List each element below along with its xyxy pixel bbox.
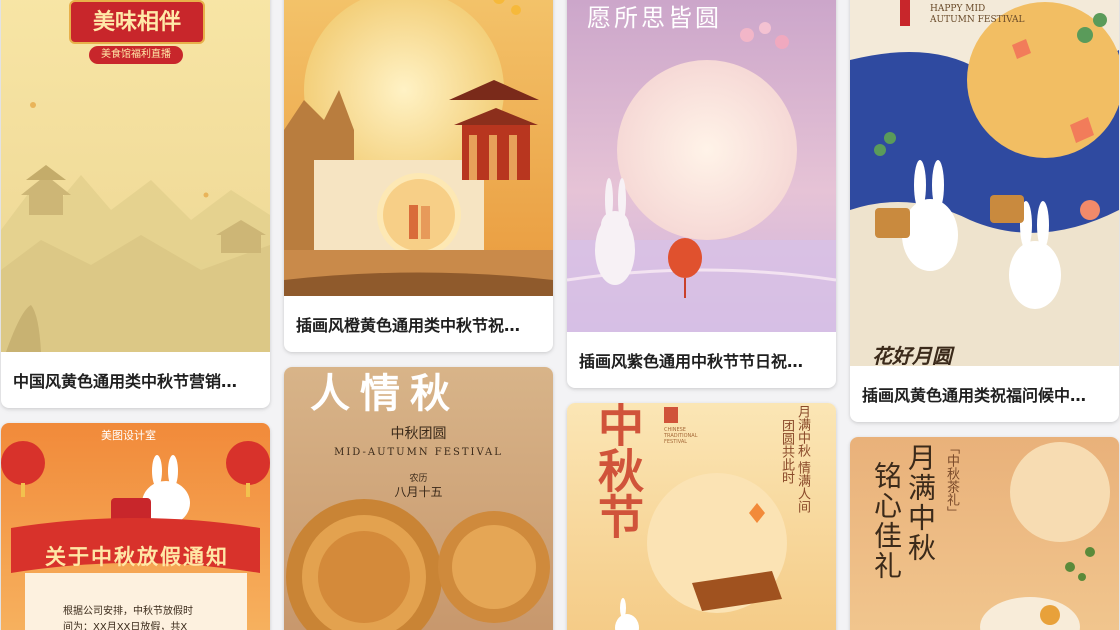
template-thumbnail[interactable]: 美图设计室 关于中秋放假通知 根据公司安排，中秋节放假时 间为：XX月XX日放假… (1, 423, 270, 630)
template-thumbnail[interactable] (284, 0, 553, 296)
red-seal (664, 407, 678, 423)
promo-badge: 美味相伴 (69, 0, 205, 44)
brand-script: 花好月圆 (872, 344, 952, 366)
poster-big-title: 中秋节 (591, 403, 645, 539)
template-thumbnail[interactable]: 美味相伴 美食馆福利直播 (1, 0, 270, 352)
festival-english: HAPPY MID AUTUMN FESTIVAL (930, 4, 1025, 25)
poster-subtitle: 中秋团圆 (390, 426, 447, 442)
poster-illustration (1, 423, 270, 630)
template-card[interactable]: 中秋节 CHINESE TRADITIONAL FESTIVAL 月满中秋 情满… (567, 403, 836, 630)
notice-line: 间为：XX月XX日放假，共X (63, 622, 188, 630)
template-card[interactable]: 月满中秋 铭心佳礼 「中秋茶礼」 (850, 437, 1119, 630)
poster-illustration (850, 0, 1119, 366)
poster-poem: 愿所思皆圆 (587, 4, 722, 32)
poster-illustration (284, 0, 553, 296)
red-seal (900, 0, 910, 26)
template-thumbnail[interactable]: 人情秋 中秋团圆 MID-AUTUMN FESTIVAL 农历 八月十五 (284, 367, 553, 630)
poster-verse: 铭心佳礼 (870, 461, 903, 581)
poster-verse: 团圆共此时 (779, 419, 794, 484)
template-card[interactable]: 插画风橙黄色通用类中秋节祝… (284, 0, 553, 352)
template-card[interactable]: 美图设计室 关于中秋放假通知 根据公司安排，中秋节放假时 间为：XX月XX日放假… (1, 423, 270, 630)
template-title[interactable]: 插画风紫色通用中秋节节日祝… (567, 332, 836, 388)
poster-tag: 「中秋茶礼」 (944, 441, 959, 519)
template-title[interactable]: 中国风黄色通用类中秋节营销… (1, 352, 270, 408)
poster-verse: 月满中秋 (904, 443, 937, 563)
festival-english: CHINESE TRADITIONAL FESTIVAL (664, 427, 698, 445)
brand-label: 美图设计室 (101, 429, 156, 442)
template-card[interactable]: HAPPY MID AUTUMN FESTIVAL 花好月圆 插画风黄色通用类祝… (850, 0, 1119, 422)
template-thumbnail[interactable]: 中秋节 CHINESE TRADITIONAL FESTIVAL 月满中秋 情满… (567, 403, 836, 630)
template-title[interactable]: 插画风橙黄色通用类中秋节祝… (284, 296, 553, 352)
notice-banner: 关于中秋放假通知 (45, 544, 229, 569)
promo-badge-subtitle: 美食馆福利直播 (89, 46, 183, 64)
template-title[interactable]: 插画风黄色通用类祝福问候中… (850, 366, 1119, 422)
template-thumbnail[interactable]: HAPPY MID AUTUMN FESTIVAL 花好月圆 (850, 0, 1119, 366)
lunar-date: 八月十五 (394, 485, 443, 499)
template-thumbnail[interactable]: 月满中秋 铭心佳礼 「中秋茶礼」 (850, 437, 1119, 630)
template-card[interactable]: 人情秋 中秋团圆 MID-AUTUMN FESTIVAL 农历 八月十五 (284, 367, 553, 630)
template-grid: 美味相伴 美食馆福利直播 中国风黄色通用类中秋节营销… 插画风橙黄色通用类中秋节… (0, 0, 1120, 630)
poster-illustration (567, 0, 836, 332)
template-thumbnail[interactable]: 愿所思皆圆 (567, 0, 836, 332)
promo-badge-title: 美味相伴 (92, 9, 181, 35)
notice-line: 根据公司安排，中秋节放假时 (63, 606, 193, 617)
template-card[interactable]: 美味相伴 美食馆福利直播 中国风黄色通用类中秋节营销… (1, 0, 270, 408)
poster-english: MID-AUTUMN FESTIVAL (334, 447, 503, 458)
poster-headline: 人情秋 (310, 370, 460, 417)
template-card[interactable]: 愿所思皆圆 插画风紫色通用中秋节节日祝… (567, 0, 836, 388)
